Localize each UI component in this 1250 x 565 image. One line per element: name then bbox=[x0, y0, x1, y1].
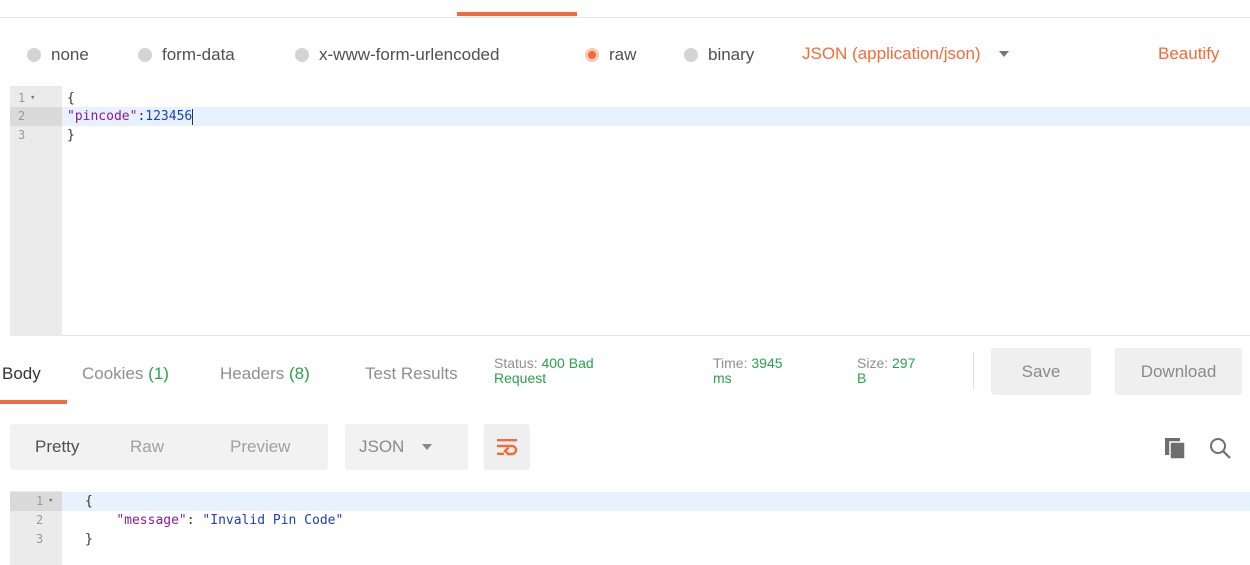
beautify-link[interactable]: Beautify bbox=[1158, 44, 1219, 64]
code-line: 3 } bbox=[10, 126, 1250, 145]
radio-none[interactable]: none bbox=[27, 44, 89, 66]
tab-label: Headers bbox=[220, 364, 285, 383]
response-tab-bar: Body Cookies (1) Headers (8) Test Result… bbox=[0, 338, 1250, 410]
save-response-button[interactable]: Save bbox=[991, 348, 1091, 395]
size-readout: Size: 297 B bbox=[857, 356, 915, 386]
size-label: Size: bbox=[857, 355, 889, 371]
tab-cookies[interactable]: Cookies (1) bbox=[82, 364, 169, 384]
download-button[interactable]: Download bbox=[1115, 348, 1242, 395]
active-tab-underline bbox=[0, 400, 67, 404]
line-number: 1 bbox=[18, 91, 26, 105]
code-text: } bbox=[85, 532, 93, 547]
code-line-active: 2 "pincode":123456 bbox=[10, 107, 1250, 126]
code-line: 2 "message": "Invalid Pin Code" bbox=[10, 511, 1250, 530]
time-label: Time: bbox=[713, 355, 748, 371]
divider bbox=[973, 352, 974, 390]
line-number: 1 bbox=[36, 494, 44, 508]
tab-label: Cookies bbox=[82, 364, 144, 383]
view-pretty[interactable]: Pretty bbox=[35, 424, 79, 470]
active-tab-indicator bbox=[457, 12, 577, 16]
line-number: 3 bbox=[36, 532, 44, 546]
view-preview[interactable]: Preview bbox=[230, 424, 290, 470]
radio-label: binary bbox=[708, 45, 755, 64]
text-cursor bbox=[192, 108, 194, 125]
line-number: 3 bbox=[18, 128, 26, 142]
radio-dot-icon bbox=[138, 48, 152, 62]
status-readout: Status: 400 Bad Request bbox=[494, 356, 594, 386]
tab-count: (8) bbox=[289, 364, 310, 383]
view-raw[interactable]: Raw bbox=[130, 424, 164, 470]
code-line: 1 ▾ { bbox=[10, 89, 1250, 108]
radio-dot-icon bbox=[27, 48, 41, 62]
tab-headers[interactable]: Headers (8) bbox=[220, 364, 310, 384]
code-line: 3 } bbox=[10, 530, 1250, 549]
request-body-editor[interactable]: 1 ▾ { 2 "pincode":123456 3 } bbox=[10, 86, 1250, 336]
radio-label: raw bbox=[609, 45, 637, 64]
json-colon: : bbox=[186, 513, 203, 528]
tab-body[interactable]: Body bbox=[2, 364, 41, 384]
fold-arrow-icon[interactable]: ▾ bbox=[30, 89, 35, 108]
time-readout: Time: 3945 ms bbox=[713, 356, 783, 386]
content-type-label: JSON (application/json) bbox=[802, 44, 981, 63]
radio-form-data[interactable]: form-data bbox=[138, 44, 235, 66]
wrap-lines-icon bbox=[497, 439, 518, 456]
wrap-lines-button[interactable] bbox=[484, 424, 530, 470]
tab-test-results[interactable]: Test Results bbox=[365, 364, 458, 384]
radio-label: form-data bbox=[162, 45, 235, 64]
size-value: 297 bbox=[892, 355, 916, 371]
body-type-bar: none form-data x-www-form-urlencoded raw… bbox=[0, 18, 1250, 86]
code-text: { bbox=[67, 91, 75, 106]
status-label: Status: bbox=[494, 355, 538, 371]
json-key: "pincode" bbox=[67, 109, 138, 124]
time-value: 3945 bbox=[751, 355, 783, 371]
radio-x-www-form-urlencoded[interactable]: x-www-form-urlencoded bbox=[295, 44, 499, 66]
radio-label: none bbox=[51, 45, 89, 64]
code-line-active: 1 ▾ { bbox=[10, 492, 1250, 511]
radio-dot-icon bbox=[295, 48, 309, 62]
format-label: JSON bbox=[359, 437, 405, 456]
code-text: "message": "Invalid Pin Code" bbox=[85, 511, 343, 530]
response-toolbar: Pretty Raw Preview JSON bbox=[0, 418, 1250, 478]
fold-arrow-icon[interactable]: ▾ bbox=[48, 492, 53, 511]
format-dropdown[interactable]: JSON bbox=[345, 424, 468, 470]
view-mode-segmented: Pretty Raw Preview bbox=[10, 424, 328, 470]
code-text: } bbox=[67, 128, 75, 143]
copy-icon[interactable] bbox=[1164, 437, 1186, 459]
line-number: 2 bbox=[18, 109, 26, 123]
caret-down-icon bbox=[998, 51, 1009, 57]
top-tab-strip bbox=[0, 0, 1250, 18]
json-key: "message" bbox=[116, 513, 187, 528]
time-unit: ms bbox=[713, 370, 732, 386]
code-text: { bbox=[85, 494, 93, 509]
status-value-cont: Request bbox=[494, 370, 547, 386]
radio-label: x-www-form-urlencoded bbox=[319, 45, 500, 64]
tab-count: (1) bbox=[148, 364, 169, 383]
status-value: 400 Bad bbox=[541, 355, 594, 371]
radio-raw[interactable]: raw bbox=[585, 44, 636, 66]
json-number-value: 123456 bbox=[145, 109, 193, 124]
response-body-viewer[interactable]: 1 ▾ { 2 "message": "Invalid Pin Code" 3 } bbox=[10, 491, 1250, 565]
json-string-value: "Invalid Pin Code" bbox=[202, 513, 344, 528]
code-text: "pincode":123456 bbox=[67, 107, 194, 126]
radio-binary[interactable]: binary bbox=[684, 44, 754, 66]
line-number: 2 bbox=[36, 513, 44, 527]
caret-down-icon bbox=[422, 444, 433, 450]
size-unit: B bbox=[857, 370, 867, 386]
search-icon[interactable] bbox=[1208, 436, 1232, 460]
radio-dot-icon bbox=[684, 48, 698, 62]
radio-selected-icon bbox=[585, 48, 599, 62]
content-type-dropdown[interactable]: JSON (application/json) bbox=[802, 44, 1009, 64]
